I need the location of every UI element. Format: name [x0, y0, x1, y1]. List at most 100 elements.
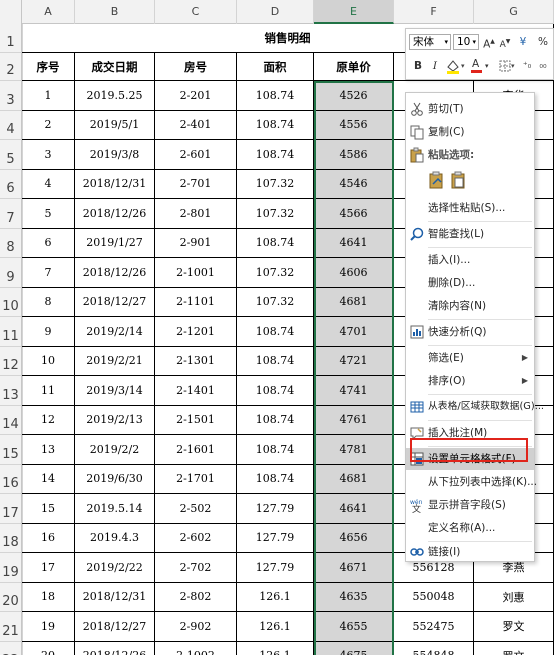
- row-header[interactable]: 19: [0, 553, 22, 583]
- table-cell-area[interactable]: 107.32: [237, 199, 314, 229]
- row-header[interactable]: 6: [0, 169, 22, 199]
- table-cell-date[interactable]: 2019/5/1: [75, 110, 155, 140]
- table-cell-date[interactable]: 2018/12/27: [75, 612, 155, 642]
- table-cell-date[interactable]: 2019/6/30: [75, 464, 155, 494]
- row-header[interactable]: 15: [0, 435, 22, 465]
- table-cell-price[interactable]: 4641: [314, 228, 394, 258]
- table-cell-price[interactable]: 4656: [314, 523, 394, 553]
- table-cell-no[interactable]: 18: [22, 582, 75, 612]
- table-cell-price[interactable]: 4655: [314, 612, 394, 642]
- table-cell-price[interactable]: 4556: [314, 110, 394, 140]
- decrease-decimal-button[interactable]: ⁺₀: [520, 58, 534, 74]
- font-color-button[interactable]: A ▾: [470, 58, 494, 74]
- table-cell-date[interactable]: 2019/2/13: [75, 405, 155, 435]
- menu-item-clear[interactable]: 清除内容(N): [406, 295, 534, 317]
- table-cell-area[interactable]: 126.1: [237, 612, 314, 642]
- table-cell-no[interactable]: 9: [22, 317, 75, 347]
- table-cell-room[interactable]: 2-401: [155, 110, 237, 140]
- table-cell-area[interactable]: 108.74: [237, 405, 314, 435]
- table-cell-no[interactable]: 8: [22, 287, 75, 317]
- table-cell-area[interactable]: 108.74: [237, 110, 314, 140]
- row-header[interactable]: 21: [0, 612, 22, 642]
- table-cell-no[interactable]: 1: [22, 81, 75, 111]
- table-cell-room[interactable]: 2-1401: [155, 376, 237, 406]
- table-cell-area[interactable]: 108.74: [237, 376, 314, 406]
- table-cell-price[interactable]: 4721: [314, 346, 394, 376]
- row-header[interactable]: 11: [0, 317, 22, 347]
- paste-values-icon[interactable]: [450, 170, 468, 190]
- table-cell-room[interactable]: 2-802: [155, 582, 237, 612]
- menu-item-pick-list[interactable]: 从下拉列表中选择(K)...: [406, 471, 537, 493]
- table-cell-room[interactable]: 2-1501: [155, 405, 237, 435]
- grow-font-button[interactable]: A▲: [482, 34, 496, 51]
- table-cell-no[interactable]: 5: [22, 199, 75, 229]
- table-cell-date[interactable]: 2019.5.25: [75, 81, 155, 111]
- table-cell-date[interactable]: 2018/12/26: [75, 641, 155, 655]
- table-cell-room[interactable]: 2-1201: [155, 317, 237, 347]
- menu-item-link[interactable]: 链接(I): [406, 541, 534, 563]
- row-header[interactable]: 3: [0, 81, 22, 111]
- menu-item-paste-special[interactable]: 选择性粘贴(S)...: [406, 197, 534, 219]
- bold-button[interactable]: B: [411, 58, 425, 74]
- row-header[interactable]: 14: [0, 405, 22, 435]
- table-cell-no[interactable]: 13: [22, 435, 75, 465]
- table-cell-price[interactable]: 4681: [314, 464, 394, 494]
- row-header[interactable]: 8: [0, 228, 22, 258]
- table-cell-price[interactable]: 4546: [314, 169, 394, 199]
- table-cell-g[interactable]: 刘惠: [474, 582, 554, 612]
- table-cell-date[interactable]: 2019/2/21: [75, 346, 155, 376]
- row-header[interactable]: 20: [0, 582, 22, 612]
- table-cell-area[interactable]: 127.79: [237, 553, 314, 583]
- column-header-e[interactable]: E: [314, 0, 394, 24]
- menu-item-define-name[interactable]: 定义名称(A)...: [406, 517, 534, 539]
- table-cell-room[interactable]: 2-601: [155, 140, 237, 170]
- table-cell-price[interactable]: 4781: [314, 435, 394, 465]
- column-header-a[interactable]: A: [22, 0, 75, 24]
- shrink-font-button[interactable]: A▼: [498, 34, 512, 50]
- table-cell-area[interactable]: 108.74: [237, 346, 314, 376]
- table-cell-date[interactable]: 2019.4.3: [75, 523, 155, 553]
- table-cell-area[interactable]: 127.79: [237, 523, 314, 553]
- table-cell-price[interactable]: 4741: [314, 376, 394, 406]
- table-cell-date[interactable]: 2019.5.14: [75, 494, 155, 524]
- table-cell-no[interactable]: 12: [22, 405, 75, 435]
- table-cell-no[interactable]: 15: [22, 494, 75, 524]
- table-cell-no[interactable]: 4: [22, 169, 75, 199]
- menu-item-format-cells[interactable]: 设置单元格格式(F)...: [406, 448, 534, 470]
- table-cell-f[interactable]: 550048: [394, 582, 474, 612]
- menu-item-copy[interactable]: 复制(C): [406, 121, 534, 143]
- table-cell-price[interactable]: 4761: [314, 405, 394, 435]
- table-cell-no[interactable]: 11: [22, 376, 75, 406]
- table-cell-date[interactable]: 2019/2/22: [75, 553, 155, 583]
- table-cell-price[interactable]: 4566: [314, 199, 394, 229]
- row-header[interactable]: 9: [0, 258, 22, 288]
- table-cell-area[interactable]: 108.74: [237, 464, 314, 494]
- table-cell-date[interactable]: 2019/1/27: [75, 228, 155, 258]
- table-cell-room[interactable]: 2-502: [155, 494, 237, 524]
- menu-item-smart-lookup[interactable]: 智能查找(L): [406, 223, 534, 245]
- fill-color-button[interactable]: ▾: [444, 58, 468, 74]
- table-cell-room[interactable]: 2-701: [155, 169, 237, 199]
- table-cell-area[interactable]: 126.1: [237, 641, 314, 655]
- table-cell-area[interactable]: 107.32: [237, 287, 314, 317]
- table-cell-date[interactable]: 2018/12/26: [75, 258, 155, 288]
- font-size-box[interactable]: 10 ▾: [453, 34, 479, 50]
- table-cell-area[interactable]: 108.74: [237, 435, 314, 465]
- table-cell-no[interactable]: 7: [22, 258, 75, 288]
- row-header[interactable]: 18: [0, 523, 22, 553]
- table-cell-area[interactable]: 107.32: [237, 258, 314, 288]
- menu-item-delete[interactable]: 删除(D)...: [406, 272, 534, 294]
- increase-decimal-button[interactable]: ₀₀: [536, 58, 550, 74]
- table-cell-room[interactable]: 2-902: [155, 612, 237, 642]
- select-all-corner[interactable]: [0, 0, 22, 24]
- row-header[interactable]: 17: [0, 494, 22, 524]
- currency-button[interactable]: ¥: [516, 34, 530, 50]
- table-cell-price[interactable]: 4586: [314, 140, 394, 170]
- italic-button[interactable]: I: [428, 58, 442, 74]
- table-cell-date[interactable]: 2019/3/14: [75, 376, 155, 406]
- table-cell-room[interactable]: 2-801: [155, 199, 237, 229]
- table-cell-date[interactable]: 2018/12/26: [75, 199, 155, 229]
- table-cell-room[interactable]: 2-702: [155, 553, 237, 583]
- column-header-f[interactable]: F: [394, 0, 474, 24]
- table-cell-no[interactable]: 14: [22, 464, 75, 494]
